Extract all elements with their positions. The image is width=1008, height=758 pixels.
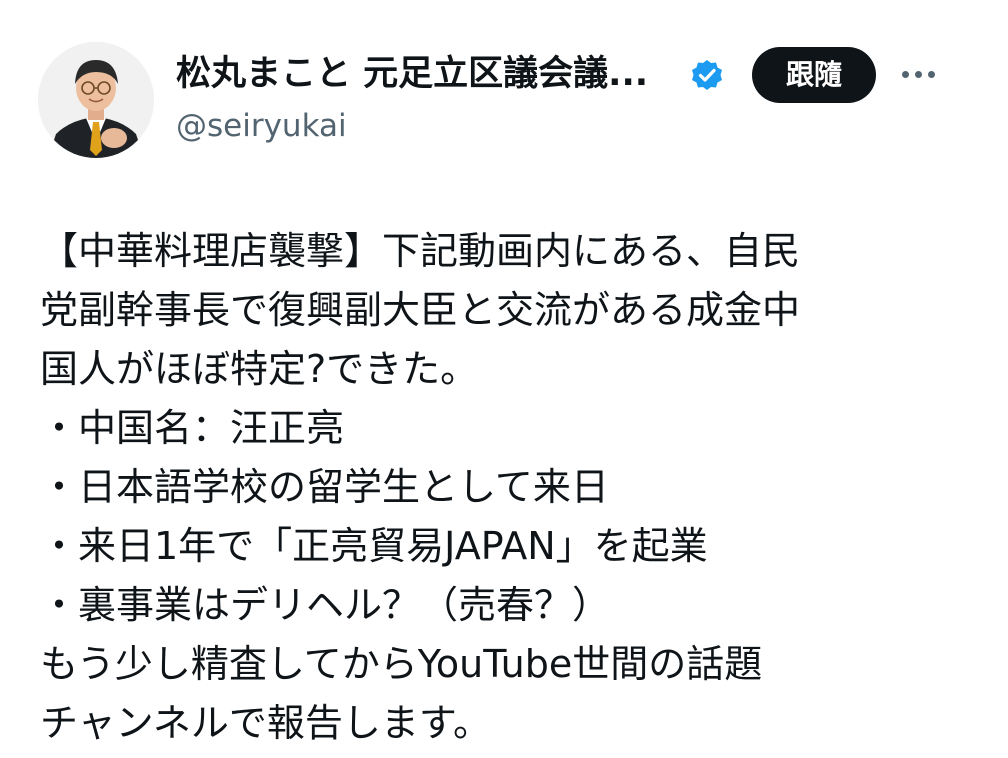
tweet-line: ・日本語学校の留学生として来日 bbox=[40, 465, 609, 509]
tweet-text: 【中華料理店襲撃】下記動画内にある、自民 党副幹事長で復興副大臣と交流がある成金… bbox=[40, 222, 990, 753]
more-options-icon[interactable] bbox=[888, 52, 948, 96]
more-dot bbox=[914, 70, 922, 78]
follow-button[interactable]: 跟隨 bbox=[752, 47, 876, 103]
tweet-line: もう少し精査してからYouTube世間の話題 bbox=[40, 642, 763, 686]
verified-badge-icon bbox=[690, 58, 724, 92]
author-display-name[interactable]: 松丸まこと 元足立区議会議... bbox=[176, 52, 648, 96]
tweet-line: チャンネルで報告します。 bbox=[40, 701, 492, 745]
tweet-line: ・来日1年で「正亮貿易JAPAN」を起業 bbox=[40, 524, 708, 568]
tweet-line: 【中華料理店襲撃】下記動画内にある、自民 bbox=[40, 229, 801, 273]
tweet-line: ・中国名：汪正亮 bbox=[40, 406, 345, 450]
more-dot bbox=[927, 70, 935, 78]
avatar-photo bbox=[38, 42, 154, 158]
tweet-line: 国人がほぼ特定?できた。 bbox=[40, 347, 479, 391]
tweet-line: 党副幹事長で復興副大臣と交流がある成金中 bbox=[40, 288, 801, 332]
author-avatar[interactable] bbox=[38, 42, 154, 158]
tweet-header: 松丸まこと 元足立区議会議... @seiryukai 跟隨 bbox=[0, 0, 1008, 170]
tweet-line: ・裏事業はデリヘル？（売春？） bbox=[40, 583, 611, 627]
author-handle[interactable]: @seiryukai bbox=[176, 106, 347, 146]
more-dot bbox=[901, 70, 909, 78]
